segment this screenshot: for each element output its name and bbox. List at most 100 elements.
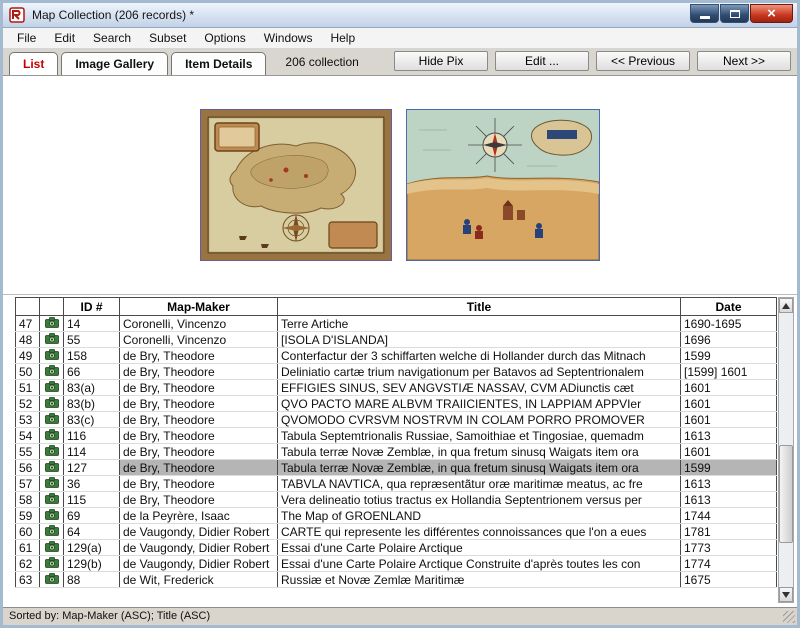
- id-cell: 83(c): [64, 412, 120, 428]
- maker-cell: de Vaugondy, Didier Robert: [120, 540, 278, 556]
- image-indicator-cell[interactable]: [40, 396, 64, 412]
- menu-item-options[interactable]: Options: [195, 28, 254, 48]
- table-row[interactable]: 61129(a)de Vaugondy, Didier RobertEssai …: [16, 540, 777, 556]
- image-indicator-cell[interactable]: [40, 524, 64, 540]
- scrollbar-thumb[interactable]: [779, 445, 793, 544]
- col-date[interactable]: Date: [681, 298, 777, 316]
- table-row[interactable]: 4855Coronelli, Vincenzo[ISOLA D'ISLANDA]…: [16, 332, 777, 348]
- title-bar[interactable]: Map Collection (206 records) * ×: [3, 3, 797, 28]
- date-cell: 1774: [681, 556, 777, 572]
- col-image: [40, 298, 64, 316]
- title-cell: Tabula terræ Novæ Zemblæ, in qua fretum …: [278, 460, 681, 476]
- tab-item-details[interactable]: Item Details: [171, 52, 266, 75]
- table-row[interactable]: 4714Coronelli, VincenzoTerre Artiche1690…: [16, 316, 777, 332]
- close-button[interactable]: ×: [750, 4, 793, 23]
- table-row[interactable]: 55114de Bry, TheodoreTabula terræ Novæ Z…: [16, 444, 777, 460]
- scrollbar-track[interactable]: [779, 313, 793, 587]
- title-cell: Deliniatio cartæ trium navigationum per …: [278, 364, 681, 380]
- image-indicator-cell[interactable]: [40, 412, 64, 428]
- table-row[interactable]: 49158de Bry, TheodoreConterfactur der 3 …: [16, 348, 777, 364]
- menu-item-file[interactable]: File: [8, 28, 45, 48]
- table-row[interactable]: 54116de Bry, TheodoreTabula Septemtriona…: [16, 428, 777, 444]
- tab-image-gallery[interactable]: Image Gallery: [61, 52, 168, 75]
- camera-icon: [45, 333, 59, 344]
- image-indicator-cell[interactable]: [40, 572, 64, 588]
- table-row[interactable]: 5066de Bry, TheodoreDeliniatio cartæ tri…: [16, 364, 777, 380]
- image-indicator-cell[interactable]: [40, 492, 64, 508]
- map-thumbnail-isola[interactable]: [406, 109, 600, 261]
- title-cell: QVO PACTO MARE ALBVM TRAIICIENTES, IN LA…: [278, 396, 681, 412]
- table-row[interactable]: 58115de Bry, TheodoreVera delineatio tot…: [16, 492, 777, 508]
- date-cell: 1781: [681, 524, 777, 540]
- date-cell: 1744: [681, 508, 777, 524]
- tab-list[interactable]: List: [9, 52, 58, 75]
- id-cell: 115: [64, 492, 120, 508]
- image-indicator-cell[interactable]: [40, 428, 64, 444]
- row-number-cell: 63: [16, 572, 40, 588]
- image-indicator-cell[interactable]: [40, 444, 64, 460]
- image-indicator-cell[interactable]: [40, 316, 64, 332]
- maker-cell: de Bry, Theodore: [120, 460, 278, 476]
- next-button[interactable]: Next >>: [697, 51, 791, 71]
- scroll-down-button[interactable]: [779, 587, 793, 602]
- camera-icon: [45, 573, 59, 584]
- image-indicator-cell[interactable]: [40, 508, 64, 524]
- image-indicator-cell[interactable]: [40, 332, 64, 348]
- table-row[interactable]: 5736de Bry, TheodoreTABVLA NAVTICA, qua …: [16, 476, 777, 492]
- title-cell: Essai d'une Carte Polaire Arctique Const…: [278, 556, 681, 572]
- image-indicator-cell[interactable]: [40, 380, 64, 396]
- map-thumbnail-iceland[interactable]: [200, 109, 392, 261]
- scroll-up-button[interactable]: [779, 298, 793, 313]
- menu-item-search[interactable]: Search: [84, 28, 140, 48]
- image-indicator-cell[interactable]: [40, 460, 64, 476]
- image-indicator-cell[interactable]: [40, 556, 64, 572]
- table-row[interactable]: 56127de Bry, TheodoreTabula terræ Novæ Z…: [16, 460, 777, 476]
- edit-button[interactable]: Edit ...: [495, 51, 589, 71]
- maximize-button[interactable]: [720, 4, 749, 23]
- camera-icon: [45, 461, 59, 472]
- date-cell: 1601: [681, 380, 777, 396]
- date-cell: 1601: [681, 396, 777, 412]
- image-indicator-cell[interactable]: [40, 476, 64, 492]
- table-row[interactable]: 62129(b)de Vaugondy, Didier RobertEssai …: [16, 556, 777, 572]
- resize-grip[interactable]: [783, 611, 795, 623]
- table-row[interactable]: 6064de Vaugondy, Didier RobertCARTE qui …: [16, 524, 777, 540]
- menu-item-subset[interactable]: Subset: [140, 28, 195, 48]
- table-row[interactable]: 5183(a)de Bry, TheodoreEFFIGIES SINUS, S…: [16, 380, 777, 396]
- table-body: 4714Coronelli, VincenzoTerre Artiche1690…: [16, 316, 777, 588]
- vertical-scrollbar[interactable]: [778, 297, 794, 603]
- row-number-cell: 60: [16, 524, 40, 540]
- title-cell: Terre Artiche: [278, 316, 681, 332]
- maker-cell: Coronelli, Vincenzo: [120, 332, 278, 348]
- row-number-cell: 56: [16, 460, 40, 476]
- table-row[interactable]: 6388de Wit, FrederickRussiæ et Novæ Zeml…: [16, 572, 777, 588]
- table-row[interactable]: 5283(b)de Bry, TheodoreQVO PACTO MARE AL…: [16, 396, 777, 412]
- maker-cell: de Bry, Theodore: [120, 476, 278, 492]
- menu-item-help[interactable]: Help: [321, 28, 364, 48]
- image-indicator-cell[interactable]: [40, 348, 64, 364]
- id-cell: 14: [64, 316, 120, 332]
- maker-cell: de la Peyrère, Isaac: [120, 508, 278, 524]
- date-cell: [1599] 1601: [681, 364, 777, 380]
- title-cell: EFFIGIES SINUS, SEV ANGVSTIÆ NASSAV, CVM…: [278, 380, 681, 396]
- camera-icon: [45, 429, 59, 440]
- table-row[interactable]: 5383(c)de Bry, TheodoreQVOMODO CVRSVM NO…: [16, 412, 777, 428]
- col-id[interactable]: ID #: [64, 298, 120, 316]
- minimize-button[interactable]: [690, 4, 719, 23]
- col-title[interactable]: Title: [278, 298, 681, 316]
- menu-item-windows[interactable]: Windows: [255, 28, 322, 48]
- image-indicator-cell[interactable]: [40, 364, 64, 380]
- table-row[interactable]: 5969de la Peyrère, IsaacThe Map of GROEN…: [16, 508, 777, 524]
- maker-cell: de Bry, Theodore: [120, 380, 278, 396]
- maker-cell: Coronelli, Vincenzo: [120, 316, 278, 332]
- id-cell: 116: [64, 428, 120, 444]
- collection-count-label: 206 collection: [285, 55, 358, 69]
- image-indicator-cell[interactable]: [40, 540, 64, 556]
- id-cell: 69: [64, 508, 120, 524]
- camera-icon: [45, 413, 59, 424]
- maker-cell: de Bry, Theodore: [120, 492, 278, 508]
- previous-button[interactable]: << Previous: [596, 51, 690, 71]
- col-maker[interactable]: Map-Maker: [120, 298, 278, 316]
- menu-item-edit[interactable]: Edit: [45, 28, 84, 48]
- hide-pix-button[interactable]: Hide Pix: [394, 51, 488, 71]
